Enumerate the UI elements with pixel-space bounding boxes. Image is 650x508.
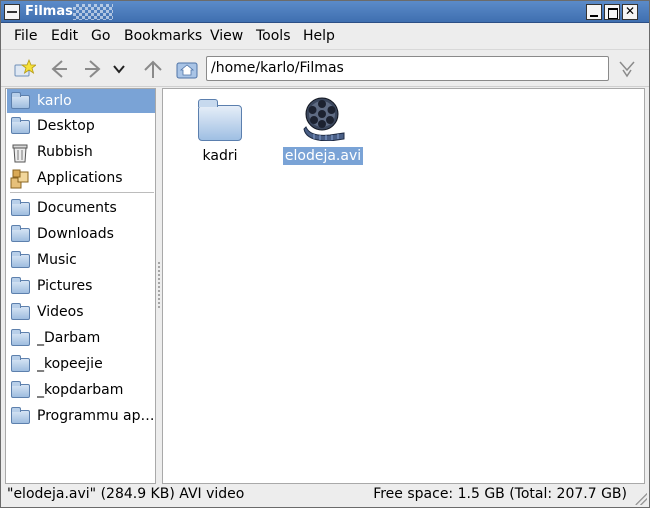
sidebar-item-karlo[interactable]: karlo (7, 89, 155, 113)
file-item-elodeja[interactable]: elodeja.avi (282, 97, 364, 165)
menu-help[interactable]: Help (303, 28, 335, 44)
file-name: elodeja.avi (282, 147, 364, 165)
folder-icon (10, 199, 32, 217)
resize-grip-icon[interactable] (635, 493, 647, 505)
status-free-space: Free space: 1.5 GB (Total: 207.7 GB) (373, 486, 627, 502)
home-folder-icon (10, 92, 32, 110)
folder-icon (10, 277, 32, 295)
sidebar-item-desktop[interactable]: Desktop (7, 114, 155, 138)
maximize-button[interactable] (604, 4, 620, 20)
status-bar: "elodeja.avi" (284.9 KB) AVI video Free … (1, 485, 649, 507)
menu-edit[interactable]: Edit (51, 28, 78, 44)
filter-icon[interactable] (615, 57, 639, 81)
folder-icon (10, 117, 32, 135)
menu-view[interactable]: View (210, 28, 243, 44)
menu-bookmarks[interactable]: Bookmarks (124, 28, 202, 44)
folder-icon (10, 329, 32, 347)
folder-icon (198, 99, 242, 141)
file-view[interactable]: kadri elodeja.avi (162, 88, 645, 484)
sidebar-item-pictures[interactable]: Pictures (7, 274, 155, 298)
menu-file[interactable]: File (14, 28, 37, 44)
sidebar-item-documents[interactable]: Documents (7, 196, 155, 220)
places-sidebar: karlo Desktop Rubbish Applications Docum… (5, 88, 156, 484)
status-selection-info: "elodeja.avi" (284.9 KB) AVI video (7, 486, 245, 502)
new-tab-star-icon[interactable] (13, 57, 37, 81)
sidebar-item-kopeejie[interactable]: _kopeejie (7, 352, 155, 376)
menu-tools[interactable]: Tools (256, 28, 291, 44)
toolbar: /home/karlo/Filmas (1, 49, 649, 87)
history-dropdown-icon[interactable] (111, 57, 127, 81)
sidebar-item-label: Desktop (37, 118, 95, 134)
sidebar-item-programmu[interactable]: Programmu ap… (7, 404, 155, 428)
sidebar-item-label: Pictures (37, 278, 93, 294)
sidebar-item-rubbish[interactable]: Rubbish (7, 140, 155, 164)
sidebar-item-label: Programmu ap… (37, 408, 155, 424)
pane-resize-handle[interactable] (157, 261, 161, 309)
sidebar-item-label: Downloads (37, 226, 114, 242)
sidebar-item-label: Videos (37, 304, 84, 320)
applications-icon (10, 169, 32, 189)
sidebar-item-music[interactable]: Music (7, 248, 155, 272)
sidebar-item-downloads[interactable]: Downloads (7, 222, 155, 246)
sidebar-item-label: _kopeejie (37, 356, 103, 372)
folder-icon (10, 225, 32, 243)
sidebar-item-label: Rubbish (37, 144, 93, 160)
sidebar-item-kopdarbam[interactable]: _kopdarbam (7, 378, 155, 402)
sidebar-item-label: karlo (37, 93, 72, 109)
sidebar-item-videos[interactable]: Videos (7, 300, 155, 324)
minimize-button[interactable] (586, 4, 602, 20)
sidebar-separator (10, 192, 154, 193)
folder-icon (10, 407, 32, 425)
film-reel-icon (300, 97, 346, 145)
back-icon[interactable] (47, 57, 71, 81)
file-manager-window: Filmas File Edit Go Bookmarks View Tools… (0, 0, 650, 508)
forward-icon[interactable] (81, 57, 105, 81)
menu-go[interactable]: Go (91, 28, 110, 44)
sidebar-item-label: _Darbam (37, 330, 101, 346)
menu-bar: File Edit Go Bookmarks View Tools Help (1, 24, 649, 48)
titlebar-decoration (73, 4, 113, 20)
close-button[interactable] (622, 4, 638, 20)
window-menu-icon[interactable] (4, 4, 20, 20)
folder-icon (10, 251, 32, 269)
folder-icon (10, 355, 32, 373)
window-title: Filmas (25, 4, 73, 19)
folder-icon (10, 381, 32, 399)
location-bar-input[interactable]: /home/karlo/Filmas (206, 56, 609, 81)
folder-icon (10, 303, 32, 321)
up-icon[interactable] (141, 57, 165, 81)
title-bar[interactable]: Filmas (1, 1, 649, 23)
sidebar-item-label: Music (37, 252, 77, 268)
file-item-kadri[interactable]: kadri (195, 99, 245, 165)
sidebar-item-label: Documents (37, 200, 117, 216)
sidebar-item-darbam[interactable]: _Darbam (7, 326, 155, 350)
sidebar-item-applications[interactable]: Applications (7, 166, 155, 190)
sidebar-item-label: Applications (37, 170, 123, 186)
sidebar-item-label: _kopdarbam (37, 382, 124, 398)
file-name: kadri (202, 148, 238, 164)
trash-icon (10, 143, 32, 163)
home-icon[interactable] (175, 57, 199, 81)
